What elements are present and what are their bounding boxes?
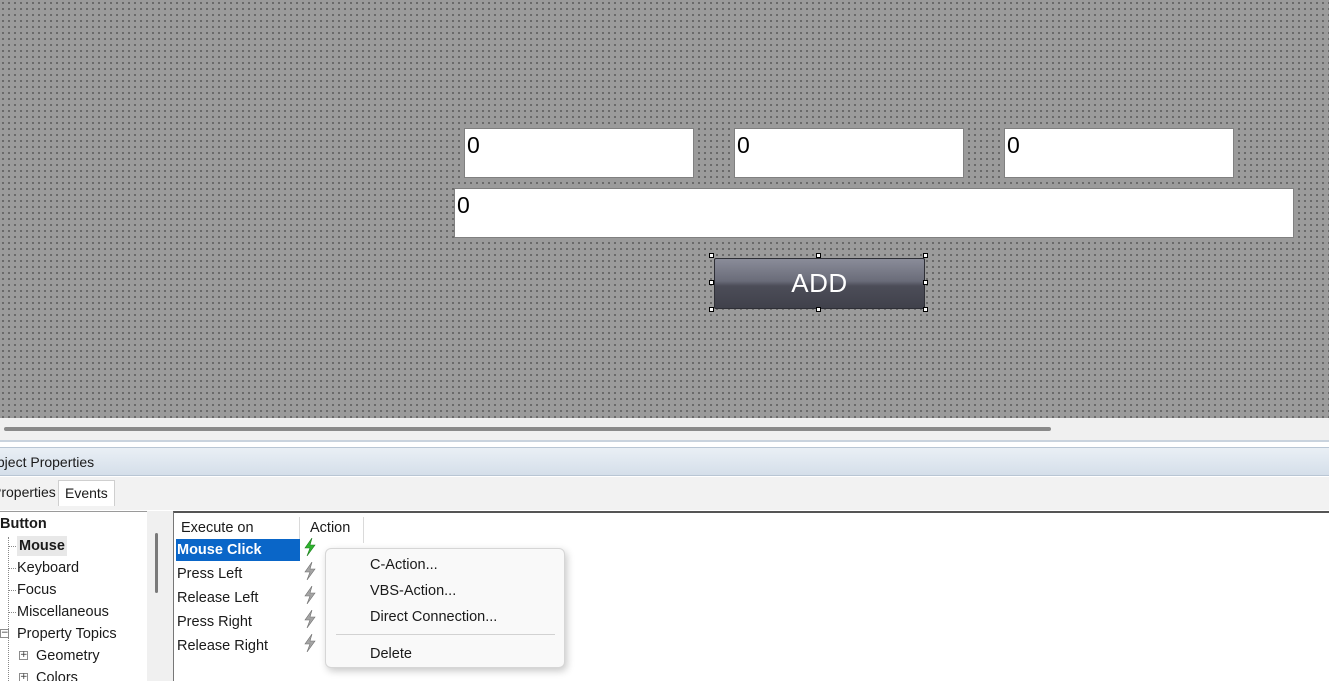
selection-handle-sw[interactable] <box>709 307 714 312</box>
tree-connector <box>9 590 16 591</box>
event-row-press-right[interactable]: Press Right <box>176 611 300 633</box>
tree-item-colors[interactable]: Colors <box>36 668 78 681</box>
tab-events[interactable]: Events <box>58 480 115 506</box>
tree-connector <box>9 546 16 547</box>
selection-handle-nw[interactable] <box>709 253 714 258</box>
lightning-icon[interactable] <box>303 610 317 628</box>
expand-icon[interactable]: + <box>19 651 28 660</box>
scrollbar-thumb[interactable] <box>4 427 1051 431</box>
event-row-press-left[interactable]: Press Left <box>176 563 300 585</box>
splitter[interactable] <box>0 440 1329 442</box>
selection-handle-w[interactable] <box>709 280 714 285</box>
tree-connector <box>9 612 16 613</box>
tree-connector <box>9 568 16 569</box>
menu-item-c-action[interactable]: C-Action... <box>370 555 438 575</box>
selection-handle-se[interactable] <box>923 307 928 312</box>
io-field-1[interactable]: 0 <box>464 128 694 178</box>
selection-handle-n[interactable] <box>816 253 821 258</box>
tab-properties[interactable]: Properties <box>0 480 62 506</box>
tree-item-geometry[interactable]: Geometry <box>36 646 100 666</box>
menu-separator <box>336 634 555 635</box>
event-row-release-left[interactable]: Release Left <box>176 587 300 609</box>
event-row-mouse-click[interactable]: Mouse Click <box>176 539 300 561</box>
context-menu: C-Action... VBS-Action... Direct Connect… <box>325 548 565 668</box>
lightning-icon-active[interactable] <box>303 538 317 556</box>
canvas-horizontal-scrollbar[interactable] <box>0 418 1329 440</box>
menu-item-delete[interactable]: Delete <box>370 644 412 664</box>
tree-connector <box>8 537 9 681</box>
collapse-icon[interactable]: − <box>0 629 9 638</box>
tree-item-mouse[interactable]: Mouse <box>17 536 67 556</box>
lightning-icon[interactable] <box>303 634 317 652</box>
menu-item-vbs-action[interactable]: VBS-Action... <box>370 581 456 601</box>
expand-icon[interactable]: + <box>19 673 28 681</box>
io-field-3[interactable]: 0 <box>1004 128 1234 178</box>
tree-item-focus[interactable]: Focus <box>17 580 57 600</box>
selection-handle-s[interactable] <box>816 307 821 312</box>
tree-item-property-topics[interactable]: Property Topics <box>17 624 117 644</box>
io-field-2[interactable]: 0 <box>734 128 964 178</box>
selection-handle-ne[interactable] <box>923 253 928 258</box>
lightning-icon[interactable] <box>303 562 317 580</box>
add-button[interactable]: ADD <box>714 258 925 309</box>
lightning-icon[interactable] <box>303 586 317 604</box>
tree-item-keyboard[interactable]: Keyboard <box>17 558 79 578</box>
selection-handle-e[interactable] <box>923 280 928 285</box>
design-canvas[interactable]: 0 0 0 0 ADD <box>0 0 1329 418</box>
io-field-result[interactable]: 0 <box>454 188 1294 238</box>
properties-window-title: Object Properties <box>0 447 1329 476</box>
tree-item-miscellaneous[interactable]: Miscellaneous <box>17 602 109 622</box>
tree-scrollbar-thumb[interactable] <box>155 533 158 593</box>
tree-item-button[interactable]: Button <box>0 514 47 534</box>
properties-tabstrip: Properties Events <box>0 477 1329 510</box>
event-row-release-right[interactable]: Release Right <box>176 635 300 657</box>
menu-item-direct-connection[interactable]: Direct Connection... <box>370 607 497 627</box>
